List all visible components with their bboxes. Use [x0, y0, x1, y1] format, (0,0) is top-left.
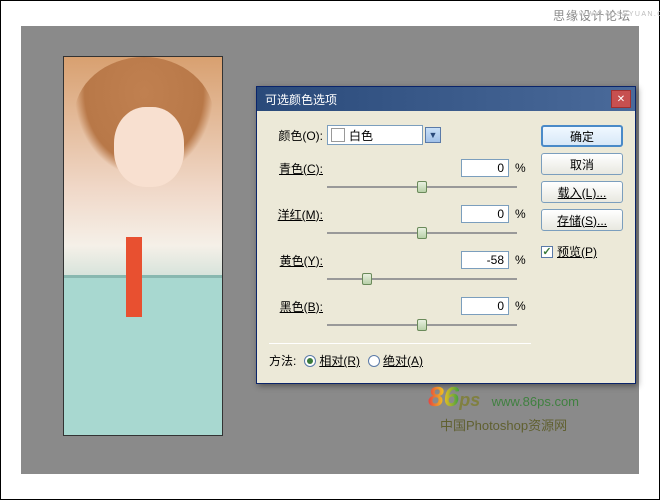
watermark-subtitle: 中国Photoshop资源网 [428, 415, 579, 434]
relative-radio[interactable]: 相对(R) [304, 352, 360, 369]
cancel-button[interactable]: 取消 [541, 153, 623, 175]
black-slider[interactable] [327, 317, 517, 333]
save-button[interactable]: 存储(S)... [541, 209, 623, 231]
load-button[interactable]: 载入(L)... [541, 181, 623, 203]
percent-label: % [515, 253, 531, 267]
black-label: 黑色(B): [269, 298, 327, 315]
watermark-logo-ps: ps [459, 390, 480, 410]
ok-button[interactable]: 确定 [541, 125, 623, 147]
selective-color-dialog: 可选颜色选项 ✕ 颜色(O): 白色 ▼ 青色(C): % [256, 86, 636, 384]
percent-label: % [515, 299, 531, 313]
magenta-input[interactable] [461, 205, 509, 223]
color-label: 颜色(O): [269, 127, 327, 144]
watermark-url: www.86ps.com [492, 394, 579, 409]
absolute-label: 绝对(A) [383, 352, 423, 369]
absolute-radio[interactable]: 绝对(A) [368, 352, 423, 369]
color-value: 白色 [349, 127, 419, 144]
color-dropdown[interactable]: 白色 [327, 125, 423, 145]
check-icon: ✓ [541, 246, 553, 258]
cyan-input[interactable] [461, 159, 509, 177]
watermark-bottom: 86ps www.86ps.com 中国Photoshop资源网 [428, 381, 579, 434]
dialog-titlebar[interactable]: 可选颜色选项 ✕ [257, 87, 635, 111]
relative-label: 相对(R) [319, 352, 360, 369]
yellow-label: 黄色(Y): [269, 252, 327, 269]
preview-checkbox[interactable]: ✓ 预览(P) [541, 243, 623, 260]
canvas-background: 可选颜色选项 ✕ 颜色(O): 白色 ▼ 青色(C): % [21, 26, 639, 474]
dialog-title: 可选颜色选项 [265, 91, 611, 108]
percent-label: % [515, 207, 531, 221]
yellow-input[interactable] [461, 251, 509, 269]
watermark-top-url: WWW.MISSYUAN.COM [579, 11, 660, 19]
method-label: 方法: [269, 352, 296, 369]
magenta-label: 洋红(M): [269, 206, 327, 223]
magenta-slider[interactable] [327, 225, 517, 241]
watermark-logo-num: 86 [428, 381, 459, 413]
yellow-slider[interactable] [327, 271, 517, 287]
preview-photo [63, 56, 223, 436]
preview-label: 预览(P) [557, 243, 597, 260]
close-button[interactable]: ✕ [611, 90, 631, 108]
separator [269, 343, 531, 344]
black-input[interactable] [461, 297, 509, 315]
close-icon: ✕ [617, 94, 625, 105]
cyan-slider[interactable] [327, 179, 517, 195]
cyan-label: 青色(C): [269, 160, 327, 177]
color-swatch [331, 128, 345, 142]
percent-label: % [515, 161, 531, 175]
radio-icon [304, 355, 316, 367]
chevron-down-icon[interactable]: ▼ [425, 127, 441, 143]
radio-icon [368, 355, 380, 367]
